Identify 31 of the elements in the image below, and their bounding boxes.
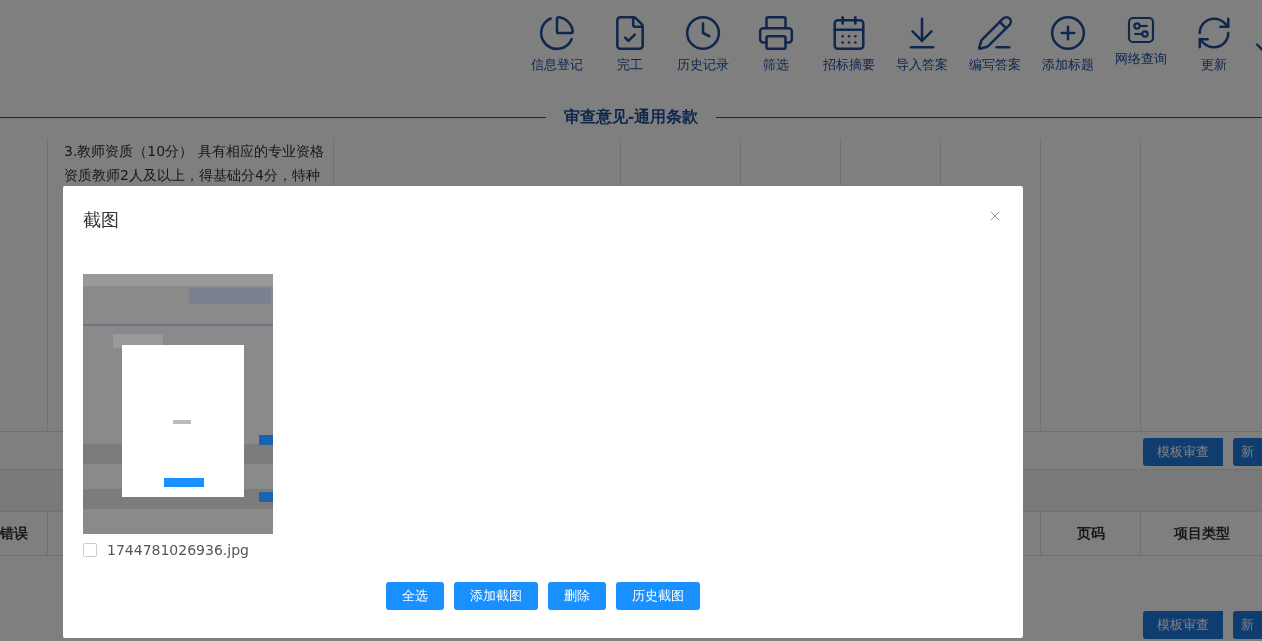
action-button[interactable]: 模板审查 [1143, 610, 1223, 639]
action-button[interactable]: 模板审查 [1143, 438, 1223, 467]
pie-chart-icon [537, 14, 576, 52]
toolbar-button[interactable]: 网络查询 [1104, 14, 1177, 97]
section-title: 审查意见-通用条款 [563, 107, 699, 129]
column-header: 错误 [0, 523, 29, 543]
toolbar-button[interactable]: 更新 [1177, 14, 1250, 97]
dialog-button[interactable]: 添加截图 [454, 582, 538, 610]
clock-icon [683, 14, 722, 52]
checkbox[interactable] [83, 543, 97, 557]
toolbar-button[interactable]: 信息登记 [520, 14, 593, 97]
dialog-button[interactable]: 删除 [548, 582, 606, 610]
add-circle-icon [1048, 14, 1087, 52]
printer-icon [756, 14, 795, 52]
action-button[interactable]: 新 [1233, 610, 1262, 639]
toolbar-button[interactable]: 筛选 [739, 14, 812, 97]
dialog-button[interactable]: 历史截图 [616, 582, 700, 610]
toolbar-button[interactable]: 招标摘要 [812, 14, 885, 97]
toolbar-button[interactable]: 完工 [593, 14, 666, 97]
dialog-title: 截图 [83, 208, 119, 232]
toolbar-button[interactable]: 历史记录 [666, 14, 739, 97]
dialog-button[interactable]: 全选 [386, 582, 444, 610]
clause-text: 3.教师资质（10分） 具有相应的专业资格 资质教师2人及以上，得基础分4分，特种 [63, 141, 325, 185]
pencil-icon [975, 14, 1014, 52]
toolbar-button[interactable]: 导入答案 [885, 14, 958, 97]
toolbar-button[interactable]: 编写答案 [958, 14, 1031, 97]
file-name: 1744781026936.jpg [107, 542, 249, 558]
toolbar-button[interactable]: 添加标题 [1031, 14, 1104, 97]
column-header: 项目类型 [1140, 512, 1262, 556]
column-header: 页码 [1040, 512, 1140, 556]
action-button[interactable]: 新 [1233, 438, 1262, 467]
